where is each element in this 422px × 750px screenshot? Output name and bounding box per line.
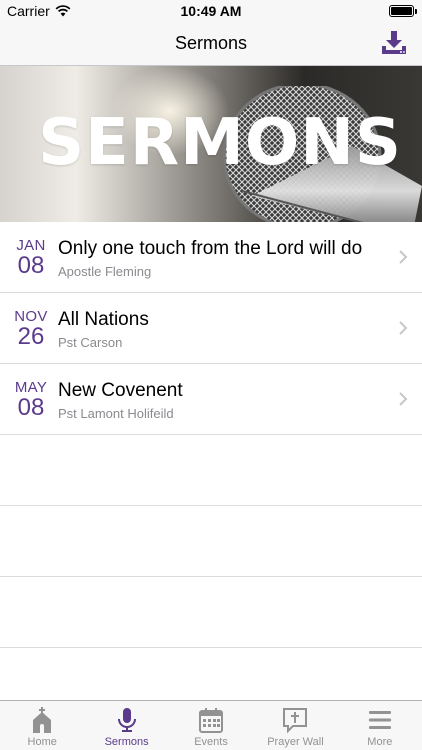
tab-more[interactable]: More [338, 701, 422, 750]
menu-icon [368, 711, 391, 729]
sermon-list: JAN 08 Only one touch from the Lord will… [0, 222, 422, 719]
navigation-bar: Sermons [0, 22, 422, 66]
sermon-title: Only one touch from the Lord will do [58, 238, 363, 259]
sermon-day: 26 [17, 323, 45, 350]
sermon-row[interactable]: NOV 26 All Nations Pst Carson [0, 293, 422, 364]
status-time: 10:49 AM [180, 3, 242, 19]
tab-events[interactable]: Events [169, 701, 253, 750]
calendar-icon [199, 708, 224, 733]
tab-home[interactable]: Home [0, 701, 84, 750]
church-icon [33, 707, 52, 733]
tab-label: Home [27, 736, 57, 748]
empty-row [0, 506, 422, 577]
page-title: Sermons [174, 33, 248, 53]
sermons-banner: SERMONS [0, 66, 422, 222]
prayer-bubble-icon [283, 708, 308, 733]
sermon-month: JAN [16, 237, 46, 254]
tab-sermons[interactable]: Sermons [84, 701, 168, 750]
chevron-right-icon [399, 321, 408, 335]
sermon-row[interactable]: JAN 08 Only one touch from the Lord will… [0, 222, 422, 293]
tab-label: More [367, 736, 393, 748]
sermon-title: New Covenent [58, 380, 183, 401]
download-icon[interactable] [380, 29, 408, 57]
battery-icon [389, 5, 417, 17]
tab-label: Events [194, 736, 228, 748]
chevron-right-icon [399, 392, 408, 406]
sermon-date: NOV 26 [8, 309, 54, 349]
empty-row [0, 577, 422, 648]
empty-row [0, 435, 422, 506]
sermon-day: 08 [17, 394, 45, 421]
sermon-date: MAY 08 [8, 380, 54, 420]
tab-prayer-wall[interactable]: Prayer Wall [253, 701, 337, 750]
sermons-screen: Carrier 10:49 AM Sermons SERMONS JAN 08 … [0, 0, 422, 750]
banner-title: SERMONS [38, 106, 402, 180]
sermon-speaker: Apostle Fleming [58, 264, 152, 279]
tab-bar: Home Sermons Events Prayer Wall More [0, 700, 422, 750]
chevron-right-icon [399, 250, 408, 264]
status-bar: Carrier 10:49 AM [0, 0, 422, 22]
sermon-date: JAN 08 [8, 238, 54, 278]
tab-label: Prayer Wall [267, 736, 324, 748]
sermon-speaker: Pst Carson [58, 335, 123, 350]
microphone-icon [117, 708, 136, 732]
tab-label: Sermons [104, 736, 149, 748]
sermon-day: 08 [17, 252, 45, 279]
sermon-row[interactable]: MAY 08 New Covenent Pst Lamont Holifeild [0, 364, 422, 435]
sermon-speaker: Pst Lamont Holifeild [58, 406, 174, 421]
sermon-title: All Nations [58, 309, 149, 330]
sermon-month: MAY [14, 379, 48, 396]
sermon-month: NOV [14, 308, 48, 325]
